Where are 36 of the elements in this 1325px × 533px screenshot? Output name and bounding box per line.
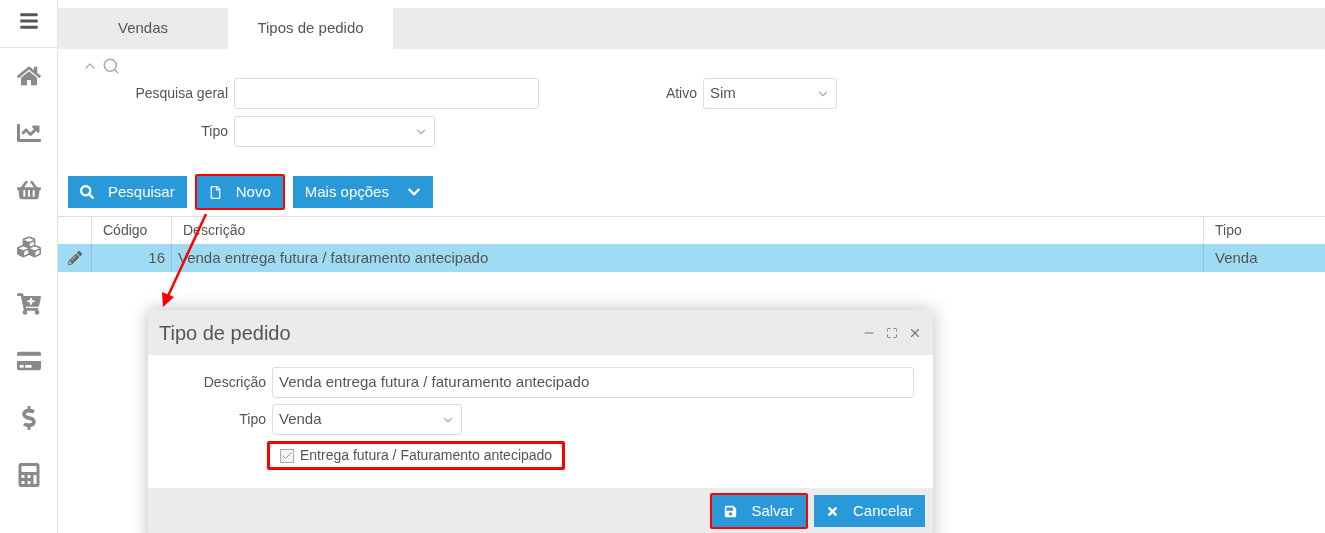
search-icon[interactable] [102,57,120,75]
close-icon [825,504,839,518]
search-icon [80,185,94,199]
tab[interactable]: Tipos de pedido [228,8,393,49]
field-label: Ativo [664,84,698,103]
field-label: Pesquisa geral [134,84,229,103]
field-label: Descrição [202,373,267,392]
calculator-icon[interactable] [16,463,41,487]
search-button[interactable]: Pesquisar [68,176,187,208]
more-options-button[interactable]: Mais opções [292,176,433,208]
cancel-button[interactable]: Cancelar [813,495,925,527]
type-select[interactable]: Venda [272,404,462,435]
edit-icon[interactable] [67,251,82,265]
home-icon[interactable] [16,64,41,88]
basket-icon[interactable] [16,178,41,202]
line-chart-icon[interactable] [16,121,41,145]
active-select[interactable]: Sim [703,78,837,109]
general-search-field[interactable] [234,78,539,109]
file-icon [208,185,222,199]
cart-plus-icon[interactable] [16,292,41,316]
description-field[interactable]: Venda entrega futura / faturamento antecipado [272,367,914,398]
save-icon [724,504,738,518]
menu-icon[interactable] [17,10,40,31]
credit-card-icon[interactable] [16,349,41,373]
table-cell: 16 [92,244,172,272]
table-cell-text: Venda [1214,247,1259,268]
checkbox[interactable] [280,448,294,463]
cubes-icon[interactable] [16,235,41,259]
checkbox-label: Entrega futura / Faturamento antecipado [300,446,553,465]
field-label: Tipo [238,410,267,429]
dialog-title: Tipo de pedido [159,320,291,346]
save-button[interactable]: Salvar [712,495,806,527]
column-header: Tipo [1214,221,1243,240]
maximize-icon[interactable] [886,326,898,339]
new-button[interactable]: Novo [196,176,283,208]
field-label: Tipo [200,122,229,141]
